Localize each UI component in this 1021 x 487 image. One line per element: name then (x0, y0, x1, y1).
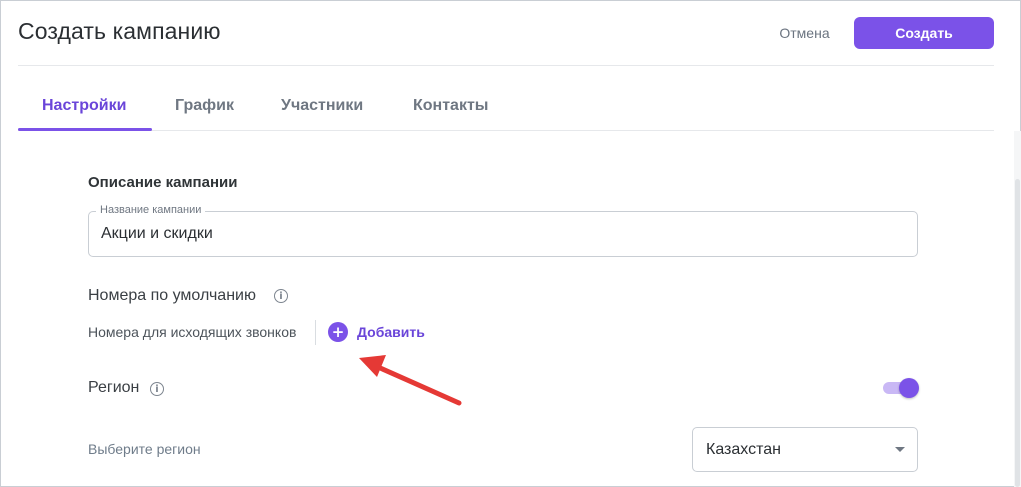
scrollbar-thumb[interactable] (1015, 179, 1020, 487)
add-number-button[interactable]: + Добавить (328, 322, 425, 342)
tab-settings[interactable]: Настройки (42, 97, 126, 115)
campaign-name-label: Название кампании (96, 204, 206, 216)
select-region-label: Выберите регион (88, 441, 201, 457)
campaign-name-input[interactable] (101, 225, 901, 243)
vertical-divider (315, 320, 316, 345)
header-divider (18, 65, 994, 66)
campaign-name-field[interactable]: Название кампании (88, 204, 918, 257)
tab-participants[interactable]: Участники (281, 97, 363, 115)
toggle-knob (899, 378, 919, 398)
add-number-label: Добавить (357, 324, 425, 340)
tab-bar: Настройки График Участники Контакты (18, 83, 994, 131)
outgoing-numbers-label: Номера для исходящих звонков (88, 324, 297, 340)
chevron-down-icon (895, 447, 905, 452)
create-campaign-dialog: Создать кампанию Отмена Создать Настройк… (0, 0, 1021, 487)
tab-contacts[interactable]: Контакты (413, 97, 488, 115)
cancel-button[interactable]: Отмена (767, 20, 842, 46)
region-toggle[interactable] (883, 378, 919, 398)
section-title-description: Описание кампании (88, 174, 238, 191)
tab-schedule[interactable]: График (175, 97, 234, 115)
info-icon[interactable]: i (274, 289, 288, 303)
default-numbers-title: Номера по умолчанию (88, 287, 256, 304)
region-select-value: Казахстан (706, 441, 781, 458)
annotation-arrow-icon (359, 355, 462, 406)
active-tab-indicator (18, 128, 152, 131)
region-title: Регион (88, 379, 140, 396)
page-title: Создать кампанию (18, 18, 221, 44)
info-icon[interactable]: i (150, 382, 164, 396)
plus-circle-icon: + (328, 322, 348, 342)
create-button[interactable]: Создать (854, 17, 994, 49)
region-select[interactable]: Казахстан (692, 427, 918, 472)
